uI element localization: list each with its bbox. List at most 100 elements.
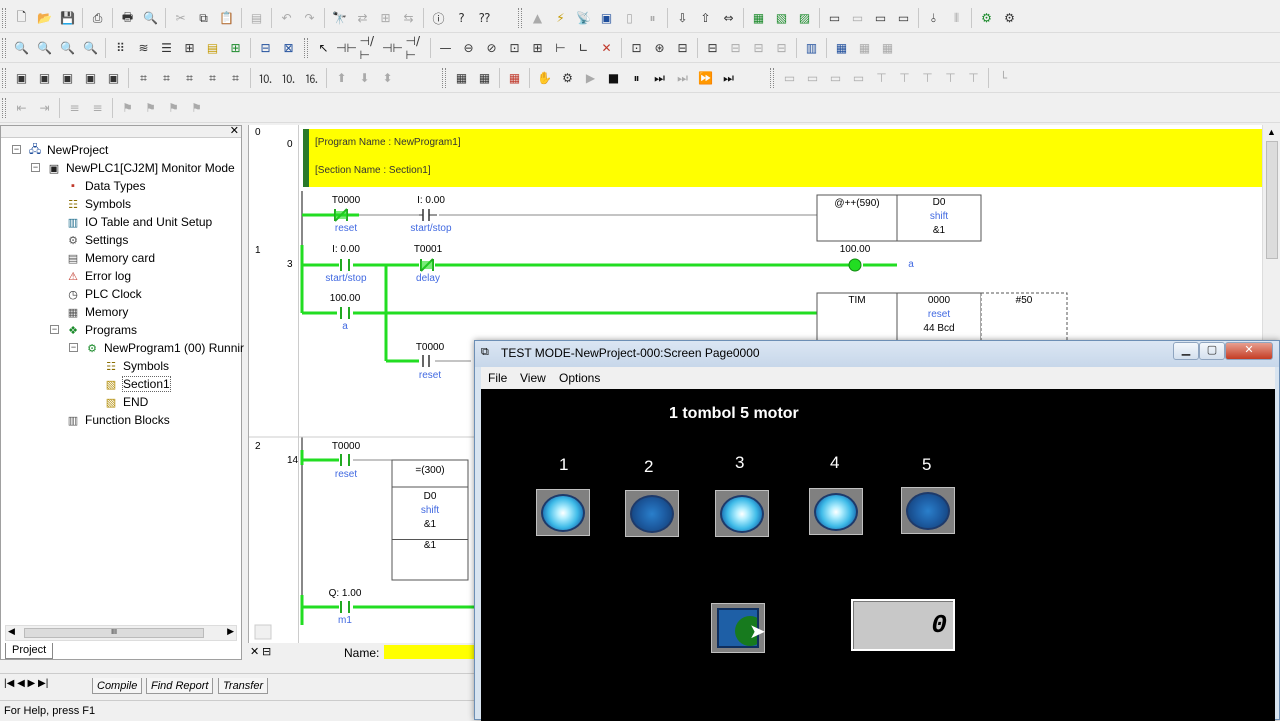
copy-icon[interactable]: ⧉ <box>194 8 214 28</box>
watch3-icon[interactable]: ▦ <box>878 38 898 58</box>
toolbar-grip[interactable] <box>770 68 774 88</box>
tree-item[interactable]: ⚙ NewProgram1 (00) Runnir <box>84 339 244 357</box>
zoom-icon[interactable]: 🔍 <box>58 38 78 58</box>
tree-item[interactable]: ⚠ Error log <box>65 267 131 285</box>
work-online-icon[interactable]: ▲ <box>528 8 548 28</box>
tree-item[interactable]: ▦ Memory <box>65 303 129 321</box>
hline-icon[interactable]: — <box>436 38 456 58</box>
select-icon[interactable]: ↖ <box>314 38 334 58</box>
collapse-icon[interactable]: − <box>69 343 78 352</box>
monitor-table-icon[interactable]: ⊠ <box>279 38 299 58</box>
debug-mode-icon[interactable]: ▧ <box>772 8 792 28</box>
io-window-icon[interactable]: ⌗ <box>203 68 223 88</box>
cut-icon[interactable]: ✂ <box>171 8 191 28</box>
table-icon[interactable]: ▤ <box>203 38 223 58</box>
layout-8-icon[interactable]: ⊤ <box>941 68 961 88</box>
cancel-edit-icon[interactable]: ⊟ <box>673 38 693 58</box>
open-icon[interactable]: 📂 <box>35 8 55 28</box>
bookmark-icon[interactable]: ⚑ <box>118 98 138 118</box>
contact-no-icon[interactable]: ⊣⊢ <box>336 38 357 58</box>
toolbar-grip[interactable] <box>2 98 6 118</box>
view-split-icon[interactable]: ▭ <box>894 8 914 28</box>
scroll-thumb[interactable]: III <box>24 628 204 638</box>
toolbar-grip[interactable] <box>2 68 6 88</box>
tab-find-report[interactable]: Find Report <box>146 678 214 694</box>
watch2-icon[interactable]: ▦ <box>855 38 875 58</box>
sim-start-icon[interactable]: ▦ <box>452 68 472 88</box>
toolbar-grip[interactable] <box>2 38 6 58</box>
cross-ref-window-icon[interactable]: ⌗ <box>157 68 177 88</box>
window-title-bar[interactable]: ⧉ TEST MODE-NewProject-000:Screen Page00… <box>475 341 1279 367</box>
contact-nc-icon[interactable]: ⊣/⊢ <box>360 34 380 62</box>
collapse-icon[interactable]: − <box>12 145 21 154</box>
view-mnemonic-icon[interactable]: ▭ <box>848 8 868 28</box>
binary-icon[interactable]: ⒑ <box>256 68 276 88</box>
layout-2-icon[interactable]: ▭ <box>803 68 823 88</box>
transfer-to-plc-icon[interactable]: ⇩ <box>673 8 693 28</box>
close-button[interactable]: ✕ <box>1225 342 1273 360</box>
io-comment-icon[interactable]: ⊟ <box>256 38 276 58</box>
output-window-icon[interactable]: ▣ <box>35 68 55 88</box>
delete-icon[interactable]: ▤ <box>247 8 267 28</box>
watch-window-icon[interactable]: ▣ <box>58 68 78 88</box>
cross-ref-icon[interactable]: ⊞ <box>376 8 396 28</box>
layout-7-icon[interactable]: ⊤ <box>918 68 938 88</box>
transfer-from-plc-icon[interactable]: ⇧ <box>696 8 716 28</box>
address-ref-window-icon[interactable]: ▣ <box>81 68 101 88</box>
collapse-icon[interactable]: − <box>31 163 40 172</box>
coil-icon[interactable]: ⊖ <box>459 38 479 58</box>
paste-icon[interactable]: 📋 <box>217 8 237 28</box>
view-st-icon[interactable]: ▭ <box>871 8 891 28</box>
tree-item[interactable]: ▥ IO Table and Unit Setup <box>65 213 212 231</box>
layout-6-icon[interactable]: ⊤ <box>895 68 915 88</box>
decimal-icon[interactable]: ⒑ <box>279 68 299 88</box>
tree-item[interactable]: 🖧 NewProject <box>27 141 109 159</box>
clear-bookmark-icon[interactable]: ⚑ <box>187 98 207 118</box>
tree-item[interactable]: ◷ PLC Clock <box>65 285 142 303</box>
name-field[interactable] <box>384 645 474 659</box>
sim-stop-icon[interactable]: ■ <box>604 68 624 88</box>
toggle-comments-icon[interactable]: ⫰ <box>924 8 944 28</box>
tree-item[interactable]: ▧ Section1 <box>103 375 171 393</box>
scroll-up-icon[interactable]: ▲ <box>1267 127 1276 137</box>
zoom-in-icon[interactable]: 🔍 <box>35 38 55 58</box>
layout-10-icon[interactable]: └ <box>994 68 1014 88</box>
list-icon[interactable]: ☰ <box>157 38 177 58</box>
force-on-icon[interactable]: ⬆ <box>332 68 352 88</box>
comment-icon[interactable]: ≡ <box>65 98 85 118</box>
context-help-icon[interactable]: ⁇ <box>475 8 495 28</box>
layout-9-icon[interactable]: ⊤ <box>964 68 984 88</box>
ladder-vertical-scrollbar[interactable]: ▲ <box>1262 125 1280 340</box>
toolbar-grip[interactable] <box>518 8 522 28</box>
fb-param-icon[interactable]: ⊢ <box>551 38 571 58</box>
layout-1-icon[interactable]: ▭ <box>780 68 800 88</box>
uncomment-icon[interactable]: ≡ <box>88 98 108 118</box>
zoom-out-icon[interactable]: 🔍 <box>81 38 101 58</box>
scroll-right-icon[interactable]: ▶ <box>227 626 234 637</box>
hex-icon[interactable]: ⒗ <box>302 68 322 88</box>
sim-error-icon[interactable]: ▦ <box>505 68 525 88</box>
sim-step-icon[interactable]: ⚙ <box>558 68 578 88</box>
layout-4-icon[interactable]: ▭ <box>849 68 869 88</box>
close-panel-icon[interactable]: ✕ <box>230 124 239 137</box>
properties-window-icon[interactable]: ▣ <box>104 68 124 88</box>
collapse-icon[interactable]: − <box>50 325 59 334</box>
watch-icon[interactable]: ▦ <box>832 38 852 58</box>
delete-line-icon[interactable]: ✕ <box>597 38 617 58</box>
find-icon[interactable]: 🔭 <box>330 8 350 28</box>
ladder-view3-icon[interactable]: ⊟ <box>749 38 769 58</box>
ladder-view4-icon[interactable]: ⊟ <box>772 38 792 58</box>
show-comments-icon[interactable]: ≋ <box>134 38 154 58</box>
program-mode-icon[interactable]: ▦ <box>749 8 769 28</box>
toggle-symbols-icon[interactable]: ⫴ <box>947 8 967 28</box>
fb-window-icon[interactable]: ⌗ <box>226 68 246 88</box>
step-run-icon[interactable]: ⏭ <box>650 68 670 88</box>
vline-icon[interactable]: ∟ <box>574 38 594 58</box>
tree-icon[interactable]: ⊞ <box>226 38 246 58</box>
prev-bookmark-icon[interactable]: ⚑ <box>164 98 184 118</box>
toolbar-grip[interactable] <box>2 8 6 28</box>
compare-icon[interactable]: ⇔ <box>719 8 739 28</box>
next-bookmark-icon[interactable]: ⚑ <box>141 98 161 118</box>
tab-compile[interactable]: Compile <box>92 678 143 694</box>
help-icon[interactable]: ? <box>452 8 472 28</box>
